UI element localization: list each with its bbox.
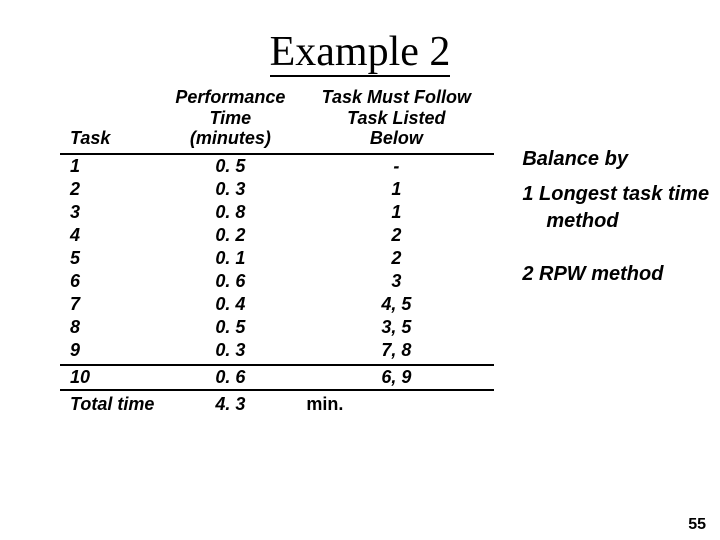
header-time: Performance Time (minutes): [162, 86, 298, 154]
header-follow: Task Must Follow Task Listed Below: [298, 86, 494, 154]
table-row: 70. 44, 5: [60, 293, 494, 316]
balance-by-label: Balance by: [522, 146, 709, 173]
table-row: 80. 53, 5: [60, 316, 494, 339]
total-row: Total time 4. 3 min.: [60, 390, 494, 416]
header-task: Task: [60, 86, 162, 154]
table-body: 10. 5- 20. 31 30. 81 40. 22 50. 12 60. 6…: [60, 154, 494, 416]
slide-title: Example 2: [0, 0, 720, 86]
method-1: 1 Longest task time method: [522, 181, 709, 235]
side-notes: Balance by 1 Longest task time method 2 …: [494, 86, 709, 288]
table-row: 10. 5-: [60, 154, 494, 178]
table-header-row: Task Performance Time (minutes) Task Mus…: [60, 86, 494, 154]
method-2: 2 RPW method: [522, 261, 709, 288]
table-row: 20. 31: [60, 178, 494, 201]
task-table-wrap: Task Performance Time (minutes) Task Mus…: [60, 86, 494, 416]
page-number: 55: [688, 516, 706, 534]
table-row: 50. 12: [60, 247, 494, 270]
table-row: 30. 81: [60, 201, 494, 224]
total-value: 4. 3: [162, 390, 298, 416]
table-row: 60. 63: [60, 270, 494, 293]
title-text: Example 2: [270, 29, 451, 77]
table-row: 90. 37, 8: [60, 339, 494, 365]
table-row: 100. 66, 9: [60, 365, 494, 390]
total-unit: min.: [298, 390, 494, 416]
table-row: 40. 22: [60, 224, 494, 247]
content-row: Task Performance Time (minutes) Task Mus…: [0, 86, 720, 416]
total-label: Total time: [60, 390, 162, 416]
slide: Example 2 Task Performance Time (minutes…: [0, 0, 720, 540]
task-table: Task Performance Time (minutes) Task Mus…: [60, 86, 494, 416]
